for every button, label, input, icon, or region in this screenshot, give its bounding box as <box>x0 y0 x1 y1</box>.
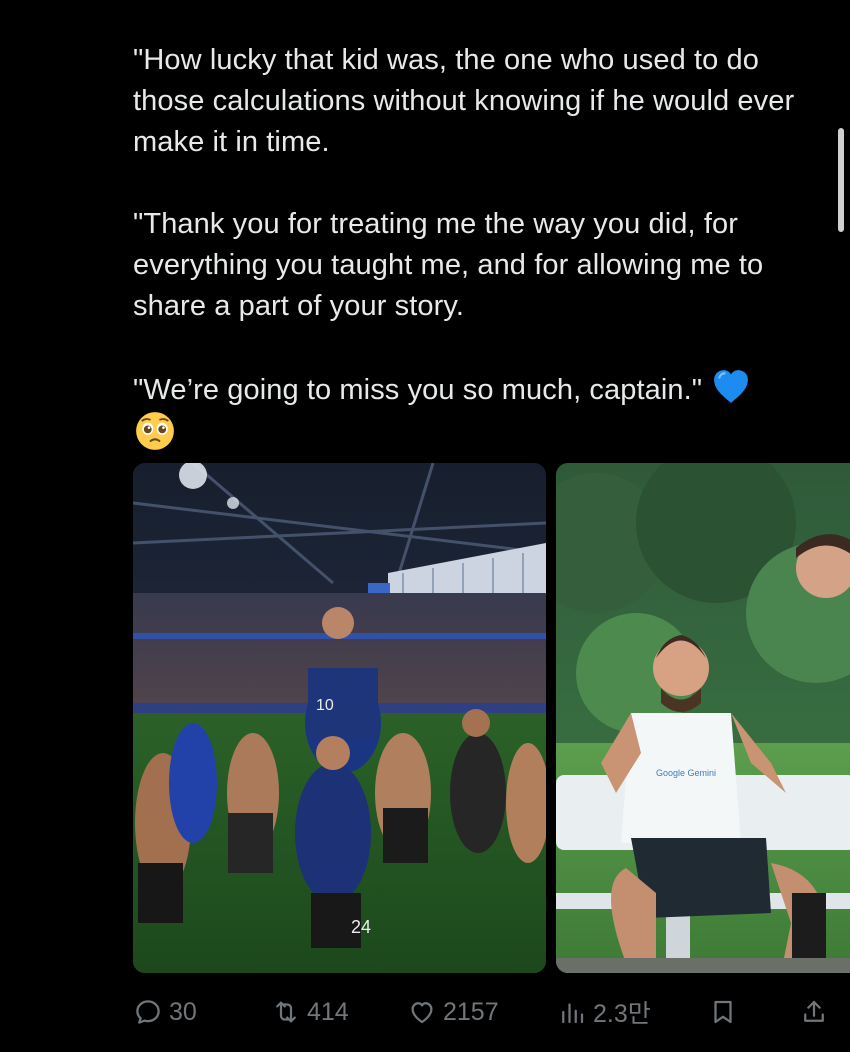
like-button[interactable]: 2157 <box>407 990 499 1034</box>
bookmark-icon <box>714 1000 732 1024</box>
media-image-bench[interactable]: Google Gemini <box>556 463 850 973</box>
views-chart-icon <box>562 1003 584 1024</box>
pleading-face-icon <box>136 412 174 450</box>
tweet-paragraph-3: "We’re going to miss you so much, captai… <box>133 368 823 457</box>
blue-heart-icon <box>714 370 749 403</box>
media-image-stadium[interactable]: 10 24 <box>133 463 546 973</box>
repost-icon <box>276 1001 296 1023</box>
tweet-paragraph-1: "How lucky that kid was, the one who use… <box>133 44 795 158</box>
shirt-sponsor-text: Google Gemini <box>656 768 716 778</box>
bench-laughing-photo: Google Gemini <box>556 463 850 973</box>
reply-count: 30 <box>169 997 197 1026</box>
scrollbar-thumb[interactable] <box>838 128 844 232</box>
media-carousel[interactable]: 10 24 Google Gemini <box>133 463 850 973</box>
bookmark-button[interactable] <box>708 990 738 1034</box>
tweet-actions-bar: 30 414 2157 2.3만 <box>133 990 833 1034</box>
share-button[interactable] <box>799 990 829 1034</box>
views-count: 2.3만 <box>593 1000 651 1028</box>
heart-icon <box>411 1002 433 1024</box>
views-button[interactable]: 2.3만 <box>557 990 651 1034</box>
repost-button[interactable]: 414 <box>271 990 349 1034</box>
repost-count: 414 <box>307 997 349 1026</box>
tweet-paragraph-2: "Thank you for treating me the way you d… <box>133 208 764 322</box>
like-count: 2157 <box>443 997 499 1026</box>
reply-icon <box>136 1000 160 1024</box>
tweet-text: "How lucky that kid was, the one who use… <box>133 40 823 457</box>
reply-button[interactable]: 30 <box>133 990 197 1034</box>
share-icon <box>804 1000 824 1022</box>
stadium-celebration-photo: 10 24 <box>133 463 546 973</box>
